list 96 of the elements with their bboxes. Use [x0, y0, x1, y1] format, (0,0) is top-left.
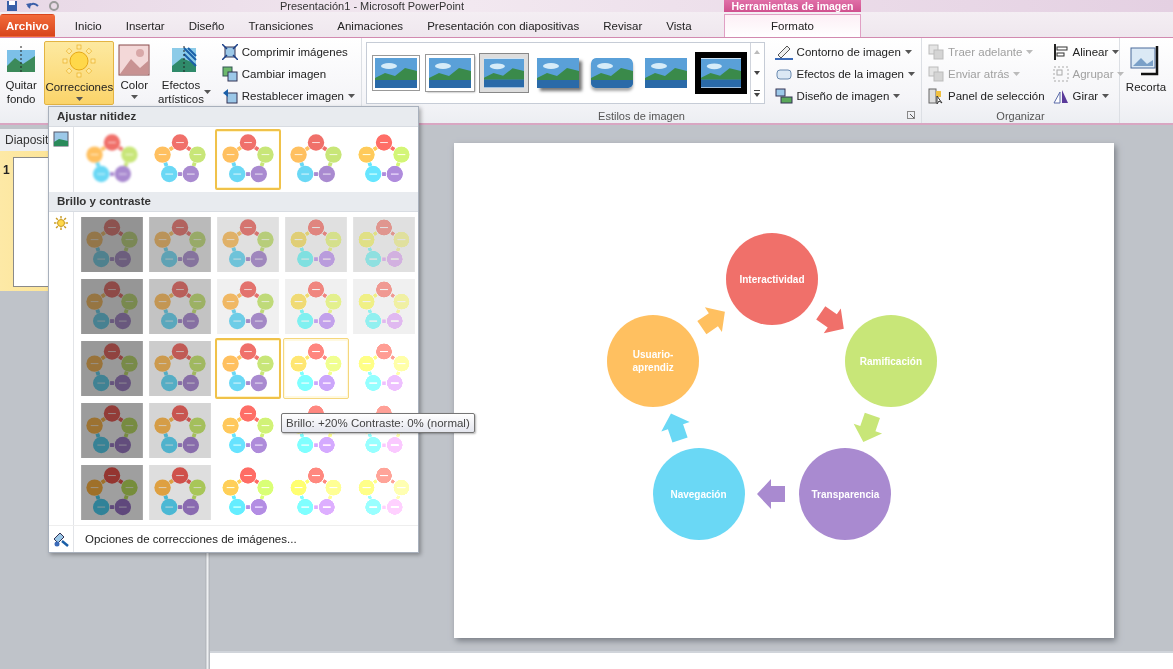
landscape-icon: [591, 58, 634, 88]
ribbon-tab[interactable]: Inicio: [62, 14, 114, 37]
flow-arrow: [816, 306, 844, 334]
landscape-icon: [537, 58, 580, 88]
flow-arrow: [757, 479, 785, 510]
correction-option[interactable]: [79, 276, 145, 337]
correction-option[interactable]: [147, 214, 213, 275]
save-icon[interactable]: [6, 1, 18, 11]
diagram-node: Usuario-aprendiz: [607, 315, 700, 408]
diagram-preview-icon: [81, 465, 143, 520]
correction-option[interactable]: [79, 400, 145, 461]
pictures-icon: [221, 65, 238, 82]
diagram-node: Interactividad: [726, 233, 818, 326]
correction-option[interactable]: [79, 462, 145, 523]
ribbon-tab[interactable]: Transiciones: [236, 14, 326, 37]
diagram-node: Navegación: [652, 448, 745, 541]
diagram-preview-icon: [149, 403, 211, 458]
diagram-preview-icon: [81, 403, 143, 458]
contextual-tab-group: Herramientas de imagen: [724, 0, 861, 12]
flow-arrow: [661, 413, 690, 443]
diagram-preview-icon: [217, 132, 279, 187]
menu-item[interactable]: Opciones de correcciones de imágenes...: [74, 528, 308, 550]
diagram-preview-icon: [81, 341, 143, 396]
diagram-preview-icon: [149, 465, 211, 520]
flow-arrow: [697, 307, 725, 335]
ribbon-command[interactable]: Diseño de imagen: [771, 85, 918, 106]
ribbon-tab[interactable]: Diseño: [176, 14, 237, 37]
diagram-preview-icon: [353, 217, 415, 272]
ribbon-tab[interactable]: Presentación con diapositivas: [415, 14, 592, 37]
brush-icon: [52, 531, 70, 547]
compress-icon: [221, 43, 238, 60]
diagram-preview-icon: [285, 341, 347, 396]
diagram-preview-icon: [149, 217, 211, 272]
picture-icon: [53, 131, 69, 147]
diagram-preview-icon: [217, 217, 279, 272]
selection-pane-icon: [928, 87, 944, 104]
stacked-squares-icon: [928, 43, 944, 60]
menu-section-header: Ajustar nitidez: [49, 107, 418, 127]
pencil-icon: [774, 43, 793, 60]
diagram-preview-icon: [149, 279, 211, 334]
correction-option[interactable]: [215, 214, 281, 275]
dialog-launcher-icon[interactable]: [907, 111, 915, 119]
diagram-preview-icon: [81, 217, 143, 272]
correction-option[interactable]: [147, 338, 213, 399]
landscape-icon: [480, 54, 529, 92]
menu-section-header: Brillo y contraste: [49, 192, 418, 212]
diagram-node: Ramificación: [844, 315, 937, 408]
correction-option[interactable]: [79, 338, 145, 399]
stacked-squares-icon: [928, 65, 944, 82]
group-label: Organizar: [995, 110, 1046, 122]
landscape-icon: [373, 56, 420, 90]
diagram-preview-icon: [81, 279, 143, 334]
diagram-preview-icon: [353, 279, 415, 334]
slide-number: 1: [3, 162, 10, 177]
ribbon-tab[interactable]: Archivo: [0, 14, 55, 37]
ribbon-command[interactable]: Restablecer imagen: [218, 85, 358, 106]
align-icon: [1052, 43, 1069, 60]
ribbon-button[interactable]: Efectos artísticos: [154, 41, 214, 105]
ribbon-command[interactable]: Efectos de la imagen: [771, 63, 918, 84]
diagram-preview-icon: [285, 217, 347, 272]
group-label: Estilos de imagen: [597, 110, 686, 122]
ribbon-button[interactable]: Color: [116, 41, 153, 105]
reset-picture-icon: [221, 87, 238, 104]
ribbon-command[interactable]: Cambiar imagen: [218, 63, 358, 84]
ribbon-tab[interactable]: Insertar: [113, 14, 177, 37]
undo-icon[interactable]: [26, 1, 40, 11]
sun-icon: [62, 44, 97, 78]
picture-icon: [118, 44, 151, 76]
ribbon-tab[interactable]: Animaciones: [325, 14, 416, 37]
ribbon-command[interactable]: Comprimir imágenes: [218, 41, 358, 62]
ribbon-tab[interactable]: Vista: [654, 14, 704, 37]
ribbon-button[interactable]: Quitar fondo: [0, 41, 43, 105]
ribbon-tab[interactable]: Revisar: [591, 14, 655, 37]
diagram-preview-icon: [217, 279, 279, 334]
ribbon-button[interactable]: Correcciones: [44, 41, 115, 105]
landscape-icon: [645, 58, 688, 88]
picture-style-option[interactable]: [695, 52, 746, 94]
ribbon-tab[interactable]: Formato: [724, 14, 861, 37]
diagram-preview-icon: [149, 341, 211, 396]
tooltip: Brillo: +20% Contraste: 0% (normal): [281, 413, 475, 433]
ribbon-command[interactable]: Panel de selección: [925, 85, 1048, 106]
flow-arrow: [853, 412, 883, 442]
landscape-icon: [426, 55, 475, 91]
correction-option[interactable]: [147, 400, 213, 461]
correction-option[interactable]: [79, 214, 145, 275]
correction-option[interactable]: [147, 462, 213, 523]
diagram-preview-icon: [285, 279, 347, 334]
group-icon: [1052, 65, 1069, 82]
layout-icon: [774, 87, 793, 104]
landscape-icon: [696, 54, 745, 92]
sun-icon: [54, 216, 68, 230]
diagram-preview-icon: [217, 341, 279, 396]
ribbon-command[interactable]: Contorno de imagen: [771, 41, 918, 62]
diagram-node: Transparencia: [799, 448, 892, 541]
window-title: Presentación1 - Microsoft PowerPoint: [280, 0, 465, 12]
correction-option[interactable]: [147, 276, 213, 337]
